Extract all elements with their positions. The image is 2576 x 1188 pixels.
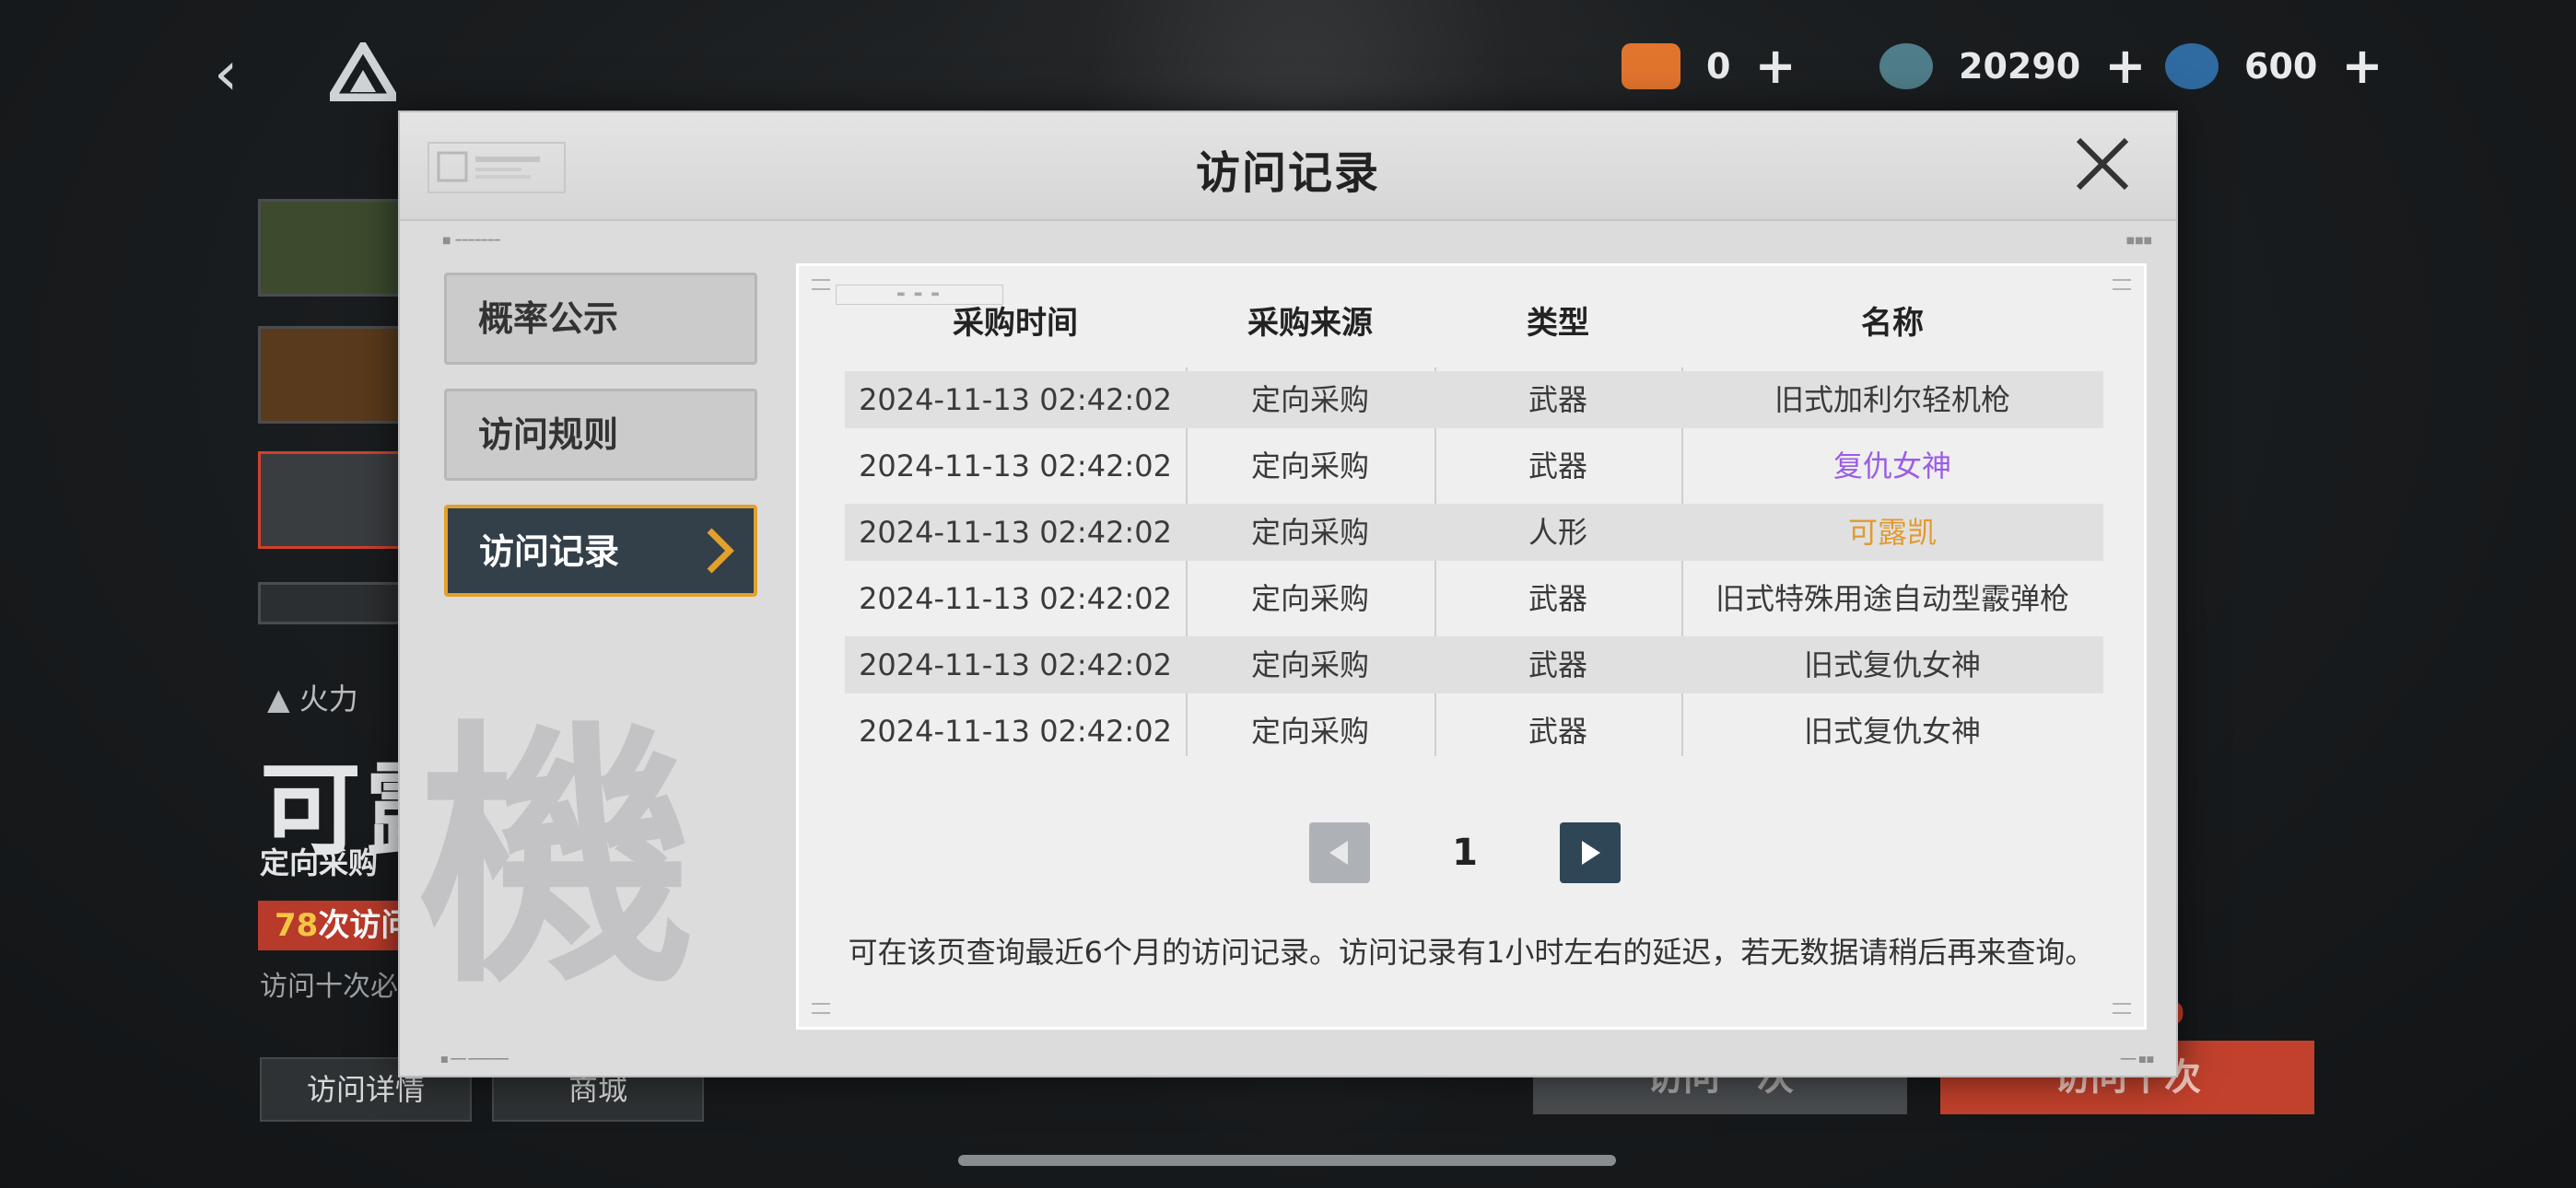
decorative-strip: ■■■ bbox=[2125, 236, 2152, 246]
cell-name: 可露凯 bbox=[1847, 515, 1937, 550]
cell-name: 旧式特殊用途自动型霰弹枪 bbox=[1715, 581, 2069, 616]
corner-mark bbox=[812, 279, 830, 290]
nav-rules[interactable]: 访问规则 bbox=[444, 389, 757, 481]
add-crystal-button[interactable]: + bbox=[2104, 41, 2146, 91]
chevron-right-icon bbox=[707, 528, 734, 574]
next-page-button[interactable] bbox=[1560, 822, 1621, 883]
header-time: 采购时间 bbox=[953, 305, 1078, 342]
prev-page-button[interactable] bbox=[1309, 822, 1370, 883]
cell-time: 2024-11-13 02:42:02 bbox=[859, 448, 1172, 483]
cell-source: 定向采购 bbox=[1250, 382, 1369, 417]
header-type: 类型 bbox=[1527, 305, 1589, 342]
cell-source: 定向采购 bbox=[1250, 581, 1369, 616]
cell-source: 定向采购 bbox=[1250, 714, 1369, 749]
nav-label: 概率公示 bbox=[478, 298, 619, 339]
cell-time: 2024-11-13 02:42:02 bbox=[859, 515, 1172, 550]
cell-source: 定向采购 bbox=[1250, 647, 1369, 682]
home-logo-icon[interactable] bbox=[330, 42, 396, 101]
nav-label: 访问规则 bbox=[478, 414, 619, 455]
decorative-strip: ━━━ ■■ bbox=[2120, 1055, 2154, 1065]
currency-value: 600 bbox=[2244, 46, 2318, 87]
corner-mark bbox=[2113, 1003, 2131, 1014]
table-row: 2024-11-13 02:42:02 定向采购 武器 旧式复仇女神 bbox=[845, 703, 2103, 760]
corner-mark bbox=[812, 1003, 830, 1014]
currency-value: 20290 bbox=[1959, 46, 2081, 87]
triangle-right-icon bbox=[1582, 841, 1600, 865]
home-indicator[interactable] bbox=[958, 1155, 1616, 1166]
token-icon bbox=[2165, 43, 2219, 89]
crystal-icon bbox=[1879, 43, 1933, 89]
cell-type: 人形 bbox=[1528, 515, 1587, 550]
dialog-title: 访问记录 bbox=[1195, 147, 1380, 199]
cell-name: 旧式加利尔轻机枪 bbox=[1774, 382, 2010, 417]
cell-name: 旧式复仇女神 bbox=[1803, 647, 1981, 682]
currency-value: 0 bbox=[1706, 46, 1731, 87]
currency-crystal: 20290 + bbox=[1879, 39, 2146, 94]
cell-time: 2024-11-13 02:42:02 bbox=[859, 581, 1172, 616]
guarantee-note: 访问十次必 bbox=[260, 971, 398, 1003]
add-ticket-button[interactable]: + bbox=[1754, 41, 1796, 91]
currency-ticket: 0 + bbox=[1622, 39, 1797, 94]
nav-probability[interactable]: 概率公示 bbox=[444, 273, 757, 365]
page-number: 1 bbox=[1452, 832, 1478, 874]
nav-label: 访问记录 bbox=[479, 531, 620, 572]
table-row: 2024-11-13 02:42:02 定向采购 武器 旧式特殊用途自动型霰弹枪 bbox=[845, 570, 2103, 627]
visit-record-dialog: 访问记录 ■ ━━━━━━━ ■■■ 機 概率公示 访问规则 访问记录 ▬ ▬ … bbox=[398, 111, 2178, 1077]
cell-type: 武器 bbox=[1528, 448, 1587, 483]
close-icon[interactable] bbox=[2073, 134, 2132, 193]
cell-type: 武器 bbox=[1528, 581, 1587, 616]
dialog-header: 访问记录 bbox=[400, 112, 2176, 221]
banner-thumbnail[interactable] bbox=[258, 199, 402, 297]
table-body: 2024-11-13 02:42:02 定向采购 武器 旧式加利尔轻机枪 202… bbox=[845, 371, 2103, 769]
add-token-button[interactable]: + bbox=[2341, 41, 2383, 91]
element-tag: ▲ 火力 bbox=[267, 681, 358, 716]
table-row: 2024-11-13 02:42:02 定向采购 武器 复仇女神 bbox=[845, 437, 2103, 495]
cell-type: 武器 bbox=[1528, 647, 1587, 682]
cell-source: 定向采购 bbox=[1250, 448, 1369, 483]
header-source: 采购来源 bbox=[1247, 305, 1373, 342]
currency-token: 600 + bbox=[2165, 39, 2383, 94]
cell-name: 旧式复仇女神 bbox=[1803, 714, 1981, 749]
triangle-left-icon bbox=[1329, 841, 1348, 865]
table-row: 2024-11-13 02:42:02 定向采购 人形 可露凯 bbox=[845, 504, 2103, 561]
cell-type: 武器 bbox=[1528, 714, 1587, 749]
banner-type: 定向采购 bbox=[260, 845, 379, 880]
nav-records[interactable]: 访问记录 bbox=[444, 505, 757, 597]
banner-thumbnail[interactable] bbox=[258, 582, 402, 624]
table-row: 2024-11-13 02:42:02 定向采购 武器 旧式加利尔轻机枪 bbox=[845, 371, 2103, 428]
decorative-strip: ■ ━━━ ━━━━━━━━ bbox=[440, 1055, 509, 1065]
cell-time: 2024-11-13 02:42:02 bbox=[859, 647, 1172, 682]
cell-time: 2024-11-13 02:42:02 bbox=[859, 382, 1172, 417]
cell-time: 2024-11-13 02:42:02 bbox=[859, 714, 1172, 749]
records-note: 可在该页查询最近6个月的访问记录。访问记录有1小时左右的延迟，若无数据请稍后再来… bbox=[848, 935, 2095, 970]
decorative-strip: ■ ━━━━━━━ bbox=[442, 236, 501, 246]
banner-thumbnail-selected[interactable] bbox=[258, 451, 402, 549]
table-row: 2024-11-13 02:42:02 定向采购 武器 旧式复仇女神 bbox=[845, 636, 2103, 693]
banner-thumbnail[interactable] bbox=[258, 326, 402, 424]
cell-type: 武器 bbox=[1528, 382, 1587, 417]
cell-name: 复仇女神 bbox=[1832, 448, 1951, 483]
cell-source: 定向采购 bbox=[1250, 515, 1369, 550]
records-panel: ▬ ▬ ▬ 采购时间 采购来源 类型 名称 2024-11-13 02:42:0… bbox=[796, 263, 2147, 1030]
table-header: 采购时间 采购来源 类型 名称 bbox=[845, 296, 2103, 351]
ticket-icon bbox=[1622, 43, 1680, 89]
back-icon[interactable]: ‹ bbox=[214, 37, 269, 111]
corner-mark bbox=[2113, 279, 2131, 290]
watermark-glyph: 機 bbox=[418, 695, 695, 1020]
header-name: 名称 bbox=[1861, 305, 1924, 342]
